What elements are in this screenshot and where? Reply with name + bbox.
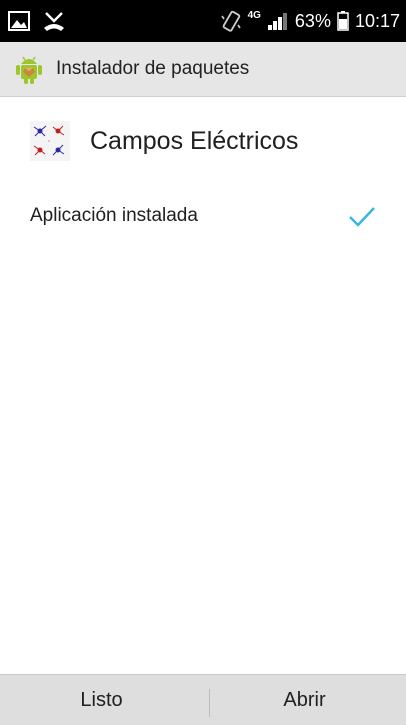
battery-percent: 63%	[294, 10, 331, 31]
checkmark-icon	[349, 207, 375, 227]
title-bar: Instalador de paquetes	[0, 42, 406, 97]
battery-icon	[337, 11, 349, 31]
install-status-text: Aplicación instalada	[30, 205, 198, 226]
clock: 10:17	[354, 10, 400, 31]
page-title: Instalador de paquetes	[56, 58, 250, 79]
app-icon	[30, 121, 70, 161]
app-info: Campos Eléctricos	[30, 116, 298, 166]
gallery-icon	[8, 11, 30, 31]
vibrate-icon	[220, 10, 241, 32]
install-status: Aplicación instalada	[30, 198, 376, 234]
android-icon	[16, 56, 42, 84]
done-button-label: Listo	[80, 688, 123, 711]
network-type: 4G	[247, 9, 261, 21]
done-button[interactable]: Listo	[0, 675, 203, 725]
button-bar: Listo Abrir	[0, 674, 406, 725]
app-name: Campos Eléctricos	[90, 126, 299, 155]
open-button[interactable]: Abrir	[203, 675, 406, 725]
open-button-label: Abrir	[283, 688, 326, 711]
missed-call-icon	[44, 12, 64, 31]
signal-icon	[267, 13, 287, 30]
status-bar: 4G 63% 10:17	[0, 0, 406, 42]
